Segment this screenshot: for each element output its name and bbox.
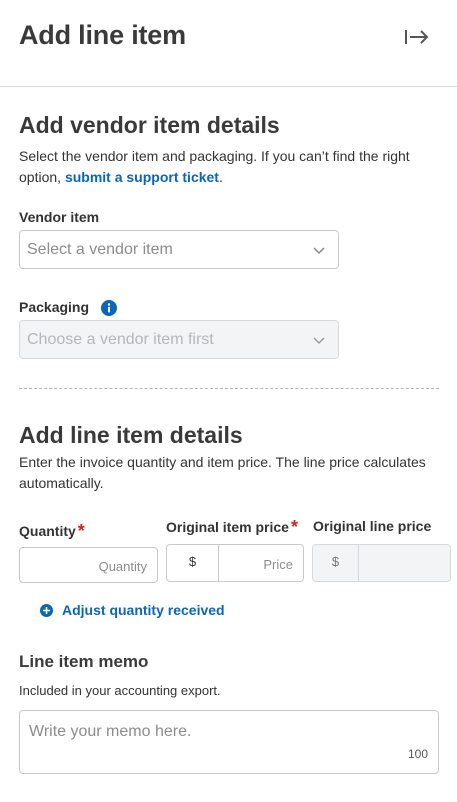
packaging-label: Packaging [19,299,90,315]
original-item-price-label-text: Original item price [166,519,289,535]
original-item-price-label: Original item price * [166,516,298,537]
dollar-prefix: $ [167,545,219,581]
packaging-select: Choose a vendor item first [19,320,339,359]
vendor-description-end: . [218,169,223,185]
original-line-price-field: $ [312,544,451,582]
chevron-down-icon [313,247,325,255]
info-icon[interactable] [101,300,117,316]
panel-title: Add line item [19,20,186,50]
packaging-placeholder: Choose a vendor item first [27,331,214,348]
quantity-label: Quantity * [19,520,85,541]
support-ticket-link[interactable]: submit a support ticket [65,169,219,185]
vendor-section-description: Select the vendor item and packaging. If… [19,146,439,188]
dollar-prefix: $ [313,545,359,581]
plus-circle-icon [40,604,53,617]
quantity-input[interactable]: Quantity [19,547,158,583]
memo-textarea[interactable]: Write your memo here. 100 [19,710,439,774]
vendor-item-placeholder: Select a vendor item [27,241,173,258]
original-line-price-label: Original line price [313,518,432,534]
original-item-price-input[interactable]: $ Price [166,544,304,582]
price-placeholder: Price [263,557,293,572]
memo-char-count: 100 [407,747,428,761]
line-section-title: Add line item details [19,422,243,448]
close-panel-button[interactable] [400,24,432,50]
panel-header: Add line item [0,0,457,87]
section-divider [19,388,439,389]
arrow-right-to-bar-icon [405,30,429,44]
line-section-description: Enter the invoice quantity and item pric… [19,454,426,491]
required-asterisk: * [77,521,85,541]
adjust-quantity-received-link[interactable]: Adjust quantity received [62,602,225,618]
required-asterisk: * [290,517,298,537]
quantity-placeholder: Quantity [98,559,147,574]
memo-description: Included in your accounting export. [19,683,221,698]
vendor-section-title: Add vendor item details [19,112,280,138]
memo-placeholder: Write your memo here. [29,723,192,740]
vendor-item-label: Vendor item [19,209,100,225]
vendor-item-select[interactable]: Select a vendor item [19,230,339,269]
quantity-label-text: Quantity [19,523,76,539]
memo-title: Line item memo [19,652,149,671]
chevron-down-icon [313,337,325,345]
